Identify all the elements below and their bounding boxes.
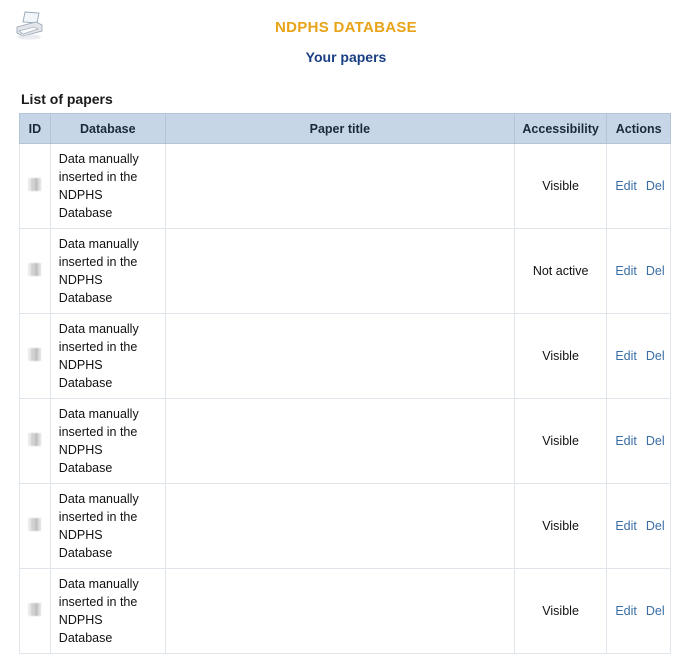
cell-database: Data manually inserted in the NDPHS Data… [49,228,166,314]
redacted-id-value [28,603,42,616]
cell-actions: Edit Del [606,483,671,569]
cell-id [19,568,51,654]
cell-database: Data manually inserted in the NDPHS Data… [49,143,166,229]
cell-actions: Edit Del [606,313,671,399]
edit-link[interactable]: Edit [615,179,637,193]
section-title: List of papers [21,91,113,107]
cell-actions: Edit Del [606,143,671,229]
redacted-id-value [28,518,42,531]
redacted-id-value [28,433,42,446]
cell-database: Data manually inserted in the NDPHS Data… [49,398,166,484]
cell-actions: Edit Del [606,398,671,484]
cell-paper-title [164,313,515,399]
page-subtitle: Your papers [305,49,387,65]
cell-accessibility: Not active [513,228,608,314]
redacted-id-value [28,263,42,276]
table-row: Data manually inserted in the NDPHS Data… [19,398,671,484]
papers-table: ID Database Paper title Accessibility Ac… [19,113,671,654]
table-row: Data manually inserted in the NDPHS Data… [19,143,671,229]
delete-link[interactable]: Del [646,264,665,278]
cell-paper-title [164,483,515,569]
cell-accessibility: Visible [513,483,608,569]
edit-link[interactable]: Edit [615,434,637,448]
cell-actions: Edit Del [606,228,671,314]
table-row: Data manually inserted in the NDPHS Data… [19,483,671,569]
cell-accessibility: Visible [513,313,608,399]
table-row: Data manually inserted in the NDPHS Data… [19,568,671,654]
cell-id [19,398,51,484]
cell-id [19,143,51,229]
edit-link[interactable]: Edit [615,349,637,363]
delete-link[interactable]: Del [646,349,665,363]
cell-paper-title [164,143,515,229]
cell-database: Data manually inserted in the NDPHS Data… [49,568,166,654]
table-header: ID Database Paper title Accessibility Ac… [19,113,671,144]
column-header-actions[interactable]: Actions [606,113,671,144]
page-title: NDPHS DATABASE [275,19,417,36]
cell-paper-title [164,228,515,314]
table-header-row: ID Database Paper title Accessibility Ac… [19,113,671,144]
cell-database: Data manually inserted in the NDPHS Data… [49,313,166,399]
delete-link[interactable]: Del [646,179,665,193]
delete-link[interactable]: Del [646,434,665,448]
printer-icon[interactable] [12,10,46,42]
table-body: Data manually inserted in the NDPHS Data… [19,143,671,654]
cell-accessibility: Visible [513,568,608,654]
edit-link[interactable]: Edit [615,519,637,533]
column-header-paper-title[interactable]: Paper title [164,113,515,144]
cell-actions: Edit Del [606,568,671,654]
redacted-id-value [28,348,42,361]
cell-id [19,483,51,569]
edit-link[interactable]: Edit [615,264,637,278]
table-row: Data manually inserted in the NDPHS Data… [19,313,671,399]
papers-table-container: ID Database Paper title Accessibility Ac… [19,113,671,654]
cell-paper-title [164,398,515,484]
cell-id [19,228,51,314]
printer-icon-glyph [16,11,43,40]
cell-paper-title [164,568,515,654]
cell-id [19,313,51,399]
table-row: Data manually inserted in the NDPHS Data… [19,228,671,314]
cell-database: Data manually inserted in the NDPHS Data… [49,483,166,569]
column-header-accessibility[interactable]: Accessibility [513,113,608,144]
cell-accessibility: Visible [513,143,608,229]
edit-link[interactable]: Edit [615,604,637,618]
cell-accessibility: Visible [513,398,608,484]
column-header-database[interactable]: Database [49,113,166,144]
delete-link[interactable]: Del [646,519,665,533]
redacted-id-value [28,178,42,191]
delete-link[interactable]: Del [646,604,665,618]
column-header-id[interactable]: ID [19,113,51,144]
